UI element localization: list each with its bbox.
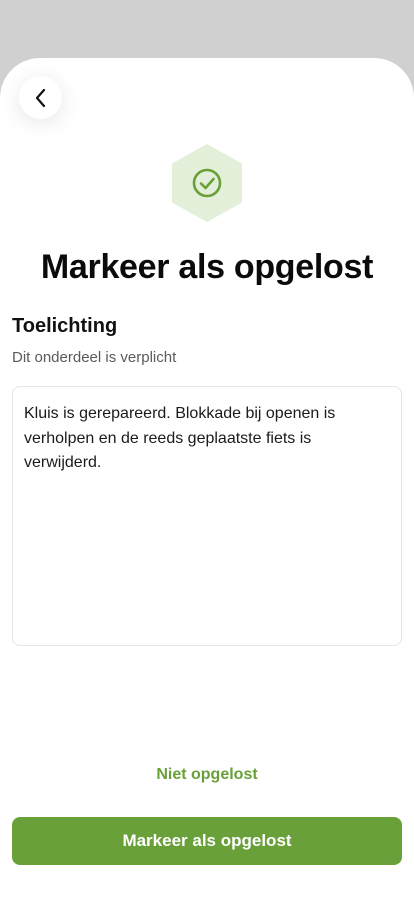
- status-hexagon: [172, 144, 242, 222]
- explanation-hint: Dit onderdeel is verplicht: [12, 349, 177, 366]
- chevron-left-icon: [35, 88, 45, 107]
- explanation-label: Toelichting: [12, 315, 118, 337]
- mark-resolved-button[interactable]: Markeer als opgelost: [12, 817, 402, 865]
- back-button[interactable]: [19, 76, 62, 119]
- modal-sheet: Markeer als opgelost Toelichting Dit ond…: [0, 58, 414, 898]
- not-resolved-button[interactable]: Niet opgelost: [0, 766, 414, 784]
- page-title: Markeer als opgelost: [40, 248, 374, 286]
- explanation-textarea[interactable]: Kluis is gerepareerd. Blokkade bij opene…: [12, 386, 402, 646]
- hexagon-shape: [172, 144, 242, 222]
